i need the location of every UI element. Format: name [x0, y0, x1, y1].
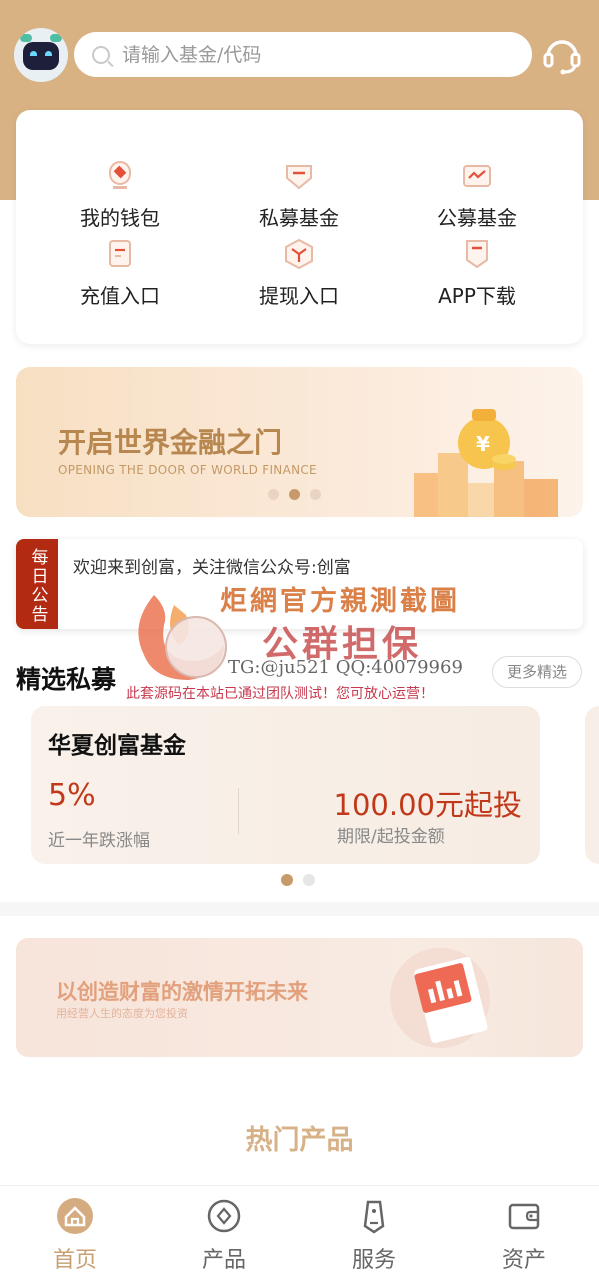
menu-item-private-fund[interactable]: 私募基金	[204, 158, 394, 231]
avatar-face	[23, 42, 59, 70]
search-bar[interactable]	[74, 32, 532, 77]
menu-item-recharge[interactable]: 充值入口	[25, 236, 215, 309]
fund-carousel-dots	[281, 874, 315, 886]
menu-item-withdraw[interactable]: 提现入口	[204, 236, 394, 309]
tab-service[interactable]: 服务	[324, 1196, 424, 1274]
avatar-eye-right	[45, 51, 52, 56]
section-divider	[0, 902, 599, 916]
menu-label-withdraw: 提现入口	[259, 284, 339, 308]
tab-label-assets: 资产	[501, 1248, 546, 1273]
tab-label-service: 服务	[351, 1248, 396, 1273]
svg-text:¥: ¥	[476, 432, 490, 456]
withdraw-icon	[285, 238, 313, 270]
menu-label-public-fund: 公募基金	[437, 206, 517, 230]
wallet-icon	[109, 161, 131, 189]
private-fund-icon	[286, 165, 312, 190]
private-section-title: 精选私募	[16, 665, 117, 694]
customer-service-headset-icon[interactable]	[541, 34, 583, 76]
menu-item-public-fund[interactable]: 公募基金	[382, 158, 572, 231]
menu-label-recharge: 充值入口	[80, 284, 160, 308]
menu-label-wallet: 我的钱包	[80, 206, 160, 230]
slogan-banner-title: 以创造财富的激情开拓未来	[56, 980, 308, 1004]
banner-carousel-dots	[268, 489, 321, 500]
fund-divider	[238, 788, 239, 834]
hot-products-title: 热门产品	[245, 1125, 354, 1156]
fund-min-invest: 100.00元起投	[333, 788, 522, 822]
recharge-icon	[109, 240, 131, 267]
promo-banner-carousel[interactable]: 开启世界金融之门 OPENING THE DOOR OF WORLD FINAN…	[16, 367, 583, 517]
banner-subtitle: OPENING THE DOOR OF WORLD FINANCE	[58, 463, 317, 477]
slogan-banner[interactable]: 以创造财富的激情开拓未来 用经营人生的态度为您投资	[16, 938, 583, 1057]
avatar-ear-left	[20, 34, 32, 42]
carousel-dot-active[interactable]	[289, 489, 300, 500]
public-fund-icon	[463, 165, 491, 187]
menu-label-private-fund: 私募基金	[259, 206, 339, 230]
torch-flame-logo	[138, 595, 227, 680]
watermark-contact: TG:@ju521 QQ:40079969	[228, 657, 463, 678]
watermark-line-4: 此套源码在本站已通过团队测试！您可放心运营！	[126, 686, 434, 702]
tab-label-products: 产品	[201, 1248, 246, 1273]
report-document-illustration	[390, 948, 490, 1048]
watermark-overlay: 炬網官方親測截圖 公群担保 TG:@ju521 QQ:40079969 此套源码…	[120, 575, 490, 705]
tab-home[interactable]: 首页	[25, 1196, 125, 1274]
fund-name: 华夏创富基金	[48, 733, 186, 759]
fund-min-invest-label: 期限/起投金额	[337, 827, 445, 847]
bottom-tab-bar: 首页 产品 服务 资产	[0, 1185, 599, 1278]
search-icon	[92, 45, 110, 64]
banner-title: 开启世界金融之门	[58, 426, 283, 459]
app-download-icon	[466, 240, 488, 269]
city-money-bag-illustration: ¥	[414, 409, 558, 517]
product-icon	[207, 1199, 241, 1233]
robot-avatar[interactable]	[14, 28, 68, 82]
search-input[interactable]	[122, 43, 502, 66]
carousel-dot[interactable]	[310, 489, 321, 500]
fund-rate-label: 近一年跌涨幅	[48, 831, 150, 851]
assets-wallet-icon	[508, 1203, 540, 1230]
avatar-eye-left	[30, 51, 37, 56]
fund-rate: 5%	[48, 778, 96, 813]
home-icon	[57, 1198, 93, 1234]
menu-item-wallet[interactable]: 我的钱包	[25, 158, 215, 231]
quick-menu-card: 我的钱包 私募基金 公募基金 充值入口 提现入口 APP下载	[16, 110, 583, 344]
slogan-banner-subtitle: 用经营人生的态度为您投资	[56, 1007, 188, 1020]
menu-label-app-download: APP下载	[438, 284, 516, 308]
carousel-dot-active[interactable]	[281, 874, 293, 886]
carousel-dot[interactable]	[268, 489, 279, 500]
watermark-line-1: 炬網官方親測截圖	[220, 586, 460, 617]
fund-card[interactable]: 华夏创富基金 5% 近一年跌涨幅 100.00元起投 期限/起投金额	[31, 706, 540, 864]
daily-notice-tag: 每日公告	[16, 539, 58, 629]
avatar-ear-right	[50, 34, 62, 42]
tab-assets[interactable]: 资产	[474, 1196, 574, 1274]
next-fund-card-peek[interactable]	[585, 706, 599, 864]
tab-products[interactable]: 产品	[174, 1196, 274, 1274]
service-icon	[363, 1200, 385, 1234]
carousel-dot[interactable]	[303, 874, 315, 886]
menu-item-app-download[interactable]: APP下载	[382, 236, 572, 309]
tab-label-home: 首页	[52, 1248, 97, 1273]
more-picks-button[interactable]: 更多精选	[492, 656, 582, 688]
